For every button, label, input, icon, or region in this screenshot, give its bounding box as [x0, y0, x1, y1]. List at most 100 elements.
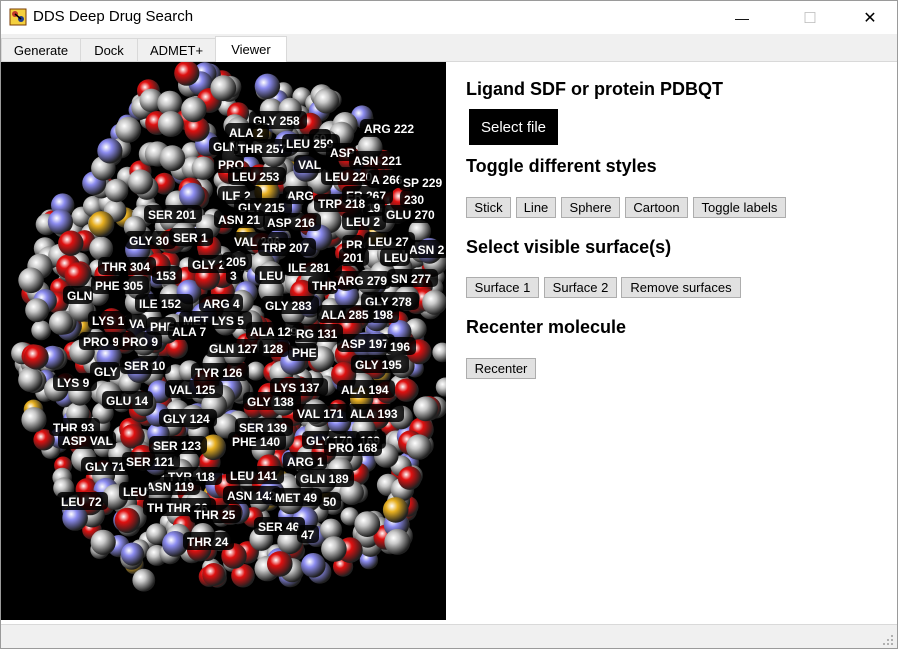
- surface-1-button[interactable]: Surface 1: [466, 277, 539, 298]
- close-button[interactable]: ✕: [847, 1, 893, 34]
- cartoon-style-button[interactable]: Cartoon: [625, 197, 688, 218]
- residue-label-text: MET 49: [275, 491, 317, 505]
- residue-label-text: LEU 220: [325, 170, 373, 184]
- residue-label: GLN 189: [296, 469, 354, 487]
- line-style-button[interactable]: Line: [516, 197, 556, 218]
- residue-label: 201: [339, 248, 369, 266]
- atom-sphere: [88, 211, 115, 238]
- residue-label-text: TRP 207: [262, 241, 309, 255]
- residue-label: LEU: [119, 482, 149, 500]
- residue-label: VA: [125, 314, 147, 332]
- residue-label-text: ILE 281: [288, 261, 330, 275]
- residue-label: 3: [226, 266, 241, 284]
- atom-sphere: [97, 138, 123, 164]
- select-file-button[interactable]: Select file: [469, 109, 558, 145]
- atom-sphere: [21, 407, 47, 433]
- remove-surfaces-button[interactable]: Remove surfaces: [621, 277, 741, 298]
- residue-label: TRP 207: [258, 238, 316, 256]
- residue-label-text: VA: [129, 317, 145, 331]
- residue-label-text: GLN: [67, 289, 92, 303]
- residue-label: GLY 195: [351, 355, 409, 373]
- atom-sphere: [246, 361, 266, 381]
- residue-label: SER 123: [149, 436, 207, 454]
- residue-label: PRO 168: [324, 438, 382, 456]
- residue-label-text: SER 121: [126, 455, 174, 469]
- residue-label-text: ALA 194: [341, 383, 389, 397]
- maximize-button[interactable]: ☐: [787, 1, 833, 34]
- atom-sphere: [89, 236, 114, 261]
- residue-label: GLY: [90, 362, 120, 380]
- residue-label-text: SER 10: [124, 359, 166, 373]
- residue-label: GLU 270: [382, 205, 440, 223]
- styles-heading: Toggle different styles: [466, 156, 657, 176]
- residue-label-text: ASN 142: [227, 489, 276, 503]
- residue-label-text: ASN 221: [353, 154, 402, 168]
- residue-label-text: ILE 152: [139, 297, 181, 311]
- residue-label: GLY 138: [243, 392, 301, 410]
- residue-label: PRO 9: [79, 332, 123, 350]
- residue-label-text: ASN 21: [218, 213, 260, 227]
- residue-label: LEU 253: [228, 167, 286, 185]
- residue-label: ARG 222: [360, 119, 418, 137]
- residue-label-text: GLN 127: [209, 342, 258, 356]
- atom-sphere: [384, 528, 411, 555]
- residue-label-text: A 266: [371, 173, 403, 187]
- residue-label: GLN: [63, 286, 93, 304]
- atom-sphere: [49, 310, 74, 335]
- residue-label-text: 153: [156, 269, 176, 283]
- residue-label-text: SER 1: [173, 231, 208, 245]
- residue-label: ILE 152: [135, 294, 193, 312]
- atom-sphere: [313, 88, 340, 114]
- atom-sphere: [382, 497, 409, 523]
- resize-grip-icon[interactable]: [883, 635, 893, 645]
- residue-label-text: LYS 9: [57, 376, 90, 390]
- atom-sphere: [422, 290, 446, 315]
- residue-label-text: GLN 189: [300, 472, 349, 486]
- residue-label-text: GLY 2: [192, 258, 226, 272]
- residue-label: ALA 194: [337, 380, 395, 398]
- molecule-viewer-canvas[interactable]: GLY 258ARG 222ALA 260GLNTHR 257LEU 259AS…: [1, 62, 446, 620]
- atom-sphere: [179, 182, 205, 209]
- residue-label-text: PHE 305: [95, 279, 143, 293]
- residue-label: GLY 283: [261, 296, 319, 314]
- residue-label: GLN 127: [205, 339, 263, 357]
- stick-style-button[interactable]: Stick: [466, 197, 511, 218]
- maximize-icon: ☐: [803, 9, 817, 27]
- residue-label: ASN 119: [142, 477, 200, 495]
- residue-label-text: TRP 218: [318, 197, 365, 211]
- dds-app-icon: [9, 8, 27, 26]
- residue-label: SER 1: [169, 228, 213, 246]
- toggle-labels-button[interactable]: Toggle labels: [693, 197, 786, 218]
- residue-label-text: THR 24: [187, 535, 229, 549]
- residue-label-text: ALA 193: [350, 407, 398, 421]
- residue-label-text: TYR 126: [195, 366, 243, 380]
- residue-label-text: PHE 140: [232, 435, 280, 449]
- recenter-button[interactable]: Recenter: [466, 358, 536, 379]
- window-title: DDS Deep Drug Search: [33, 8, 194, 25]
- surface-2-button[interactable]: Surface 2: [544, 277, 617, 298]
- minimize-button[interactable]: —: [719, 1, 765, 34]
- residue-label: THR 304: [98, 257, 156, 275]
- residue-label: GLY 124: [159, 409, 217, 427]
- residue-label: TYR 126: [191, 363, 249, 381]
- tab-generate[interactable]: Generate: [1, 38, 81, 61]
- tab-admet[interactable]: ADMET+: [137, 38, 216, 61]
- tab-dock[interactable]: Dock: [80, 38, 138, 61]
- residue-label-text: RG 131: [296, 327, 338, 341]
- title-bar[interactable]: DDS Deep Drug Search — ☐ ✕: [1, 1, 897, 34]
- tab-viewer[interactable]: Viewer: [215, 36, 287, 62]
- residue-label: ARG 4: [199, 294, 243, 312]
- residue-label: ALA 7: [168, 322, 212, 340]
- residue-label: VAL 125: [165, 380, 223, 398]
- atom-sphere: [254, 73, 281, 99]
- app-window: DDS Deep Drug Search — ☐ ✕ Generate Dock…: [0, 0, 898, 649]
- residue-label-text: GLY 124: [163, 412, 210, 426]
- residue-label: LEU: [255, 266, 285, 284]
- residue-label: GLU 14: [102, 391, 153, 409]
- sphere-style-button[interactable]: Sphere: [561, 197, 620, 218]
- residue-label-text: VAL: [298, 158, 321, 172]
- residue-label: SN 277: [387, 269, 438, 287]
- residue-label: PRO 9: [118, 332, 162, 350]
- atom-sphere: [132, 568, 156, 592]
- residue-label: 196: [386, 337, 416, 355]
